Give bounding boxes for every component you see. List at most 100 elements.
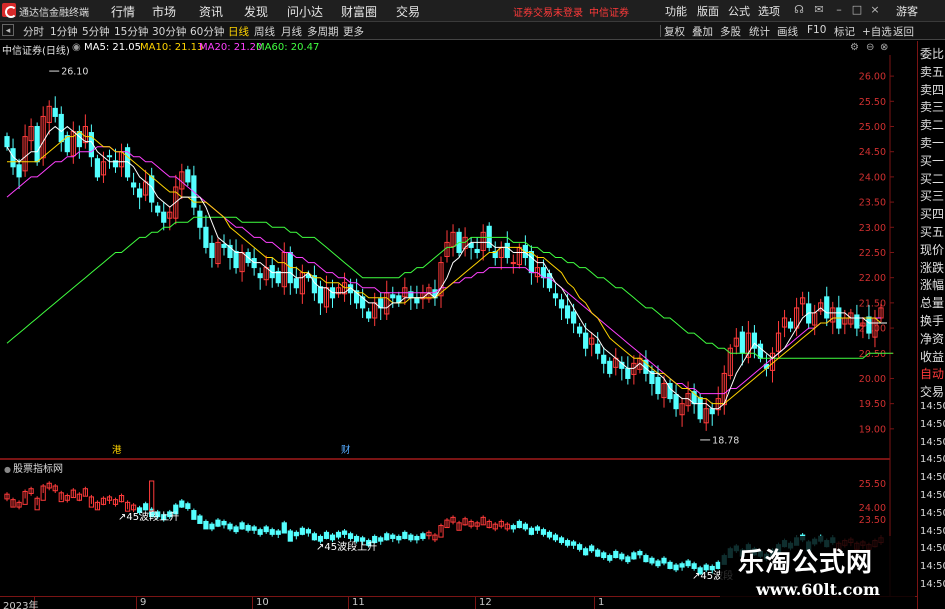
menu-ask-xiaoda[interactable]: 问小达 [287,3,323,20]
watermark-url: www.60lt.com [756,580,880,599]
menu-discover[interactable]: 发现 [244,3,268,20]
trade-login-warning[interactable]: 证券交易未登录 [513,4,583,19]
indicator-bar [143,503,149,511]
menu-trade[interactable]: 交易 [396,3,420,20]
quote-panel-item[interactable]: 14:50 [920,419,945,430]
adjust-button[interactable]: 复权 [664,24,685,39]
quote-panel-item[interactable]: 交易 [920,383,944,400]
quote-panel-item[interactable]: 涨跌 [920,259,944,276]
candle-body [787,321,794,329]
quote-panel-item[interactable]: 换手 [920,312,944,329]
indicator-bar [191,510,197,520]
menu-layout[interactable]: 版面 [697,3,719,19]
indicator-bar [245,525,251,531]
menu-market[interactable]: 市场 [152,3,176,20]
indicator-bar [564,540,571,546]
indicator-bar [263,526,269,533]
quote-panel-item[interactable]: 自动 [920,365,944,382]
broker-name[interactable]: 中信证券 [589,4,629,19]
chart-settings-icon[interactable]: ⚙ [850,42,859,53]
toggle-panel-icon[interactable]: ◂ [2,24,14,36]
candle-body [76,131,82,148]
quote-panel-item[interactable]: 14:50 [920,472,945,483]
statistics-button[interactable]: 统计 [749,24,770,39]
draw-line-button[interactable]: 画线 [777,24,798,39]
candle-body [854,314,860,329]
quote-panel-item[interactable]: 买五 [920,223,944,240]
indicator-bar [679,563,685,568]
overlay-button[interactable]: 叠加 [692,24,713,39]
maximize-icon[interactable]: □ [850,3,864,17]
period-daily[interactable]: 日线 [228,24,249,39]
quote-panel-item[interactable]: 涨幅 [920,276,944,293]
zoom-out-icon[interactable]: ⊖ [866,42,874,53]
quote-panel-item[interactable]: 14:50 [920,401,945,412]
quote-panel-item[interactable]: 买一 [920,152,944,169]
period-1min[interactable]: 1分钟 [50,24,78,39]
minimize-icon[interactable]: – [832,3,846,17]
quote-panel-item[interactable]: 卖二 [920,116,944,133]
back-button[interactable]: 返回 [893,24,914,39]
period-5min[interactable]: 5分钟 [82,24,110,39]
service-icon[interactable]: ☊ [792,3,806,17]
candle-body [58,113,64,143]
quote-panel-item[interactable]: 14:50 [920,508,945,519]
candle-body [528,250,535,274]
quote-panel-item[interactable]: 卖三 [920,98,944,115]
indicator-bar [299,527,305,535]
period-monthly[interactable]: 月线 [281,24,302,39]
legend-toggle-icon[interactable]: ◉ [72,42,81,53]
quote-panel-item[interactable]: 卖五 [920,63,944,80]
quote-panel-item[interactable]: 收益 [920,348,944,365]
period-intraday[interactable]: 分时 [23,24,44,39]
quote-panel-item[interactable]: 14:50 [920,543,945,554]
quote-panel-item[interactable]: 14:50 [920,526,945,537]
period-15min[interactable]: 15分钟 [114,24,148,39]
quote-panel-item[interactable]: 卖四 [920,81,944,98]
price-label: 24.00 [859,172,886,183]
quote-panel-item[interactable]: 总量 [920,294,944,311]
indicator-bar [275,530,281,535]
menu-news[interactable]: 资讯 [199,3,223,20]
menu-functions[interactable]: 功能 [665,3,687,19]
mark-button[interactable]: 标记 [834,24,855,39]
quote-panel-item[interactable]: 买四 [920,205,944,222]
kline-chart[interactable]: 26.00 25.50 25.00 24.50 24.00 23.50 23.00 22.50… [0,55,917,459]
quote-panel-item[interactable]: 14:50 [920,579,945,590]
candle-body [673,394,679,410]
quote-panel-item[interactable]: 14:50 [920,490,945,501]
period-weekly[interactable]: 周线 [254,24,275,39]
period-60min[interactable]: 60分钟 [190,24,224,39]
message-icon[interactable]: ✉ [812,3,826,17]
indicator-bar [378,537,384,542]
quote-panel-item[interactable]: 卖一 [920,134,944,151]
guest-label[interactable]: 游客 [896,3,918,19]
indicator-bar [269,529,275,535]
add-watchlist-button[interactable]: +自选 [862,24,892,39]
quote-panel-item[interactable]: 净资 [920,330,944,347]
menu-formula[interactable]: 公式 [728,3,750,19]
period-30min[interactable]: 30分钟 [152,24,186,39]
price-label: 26.00 [859,72,886,83]
quote-panel-item[interactable]: 买三 [920,187,944,204]
quote-panel-item[interactable]: 14:50 [920,437,945,448]
quote-panel-item[interactable]: 14:50 [920,561,945,572]
menu-market-quotes[interactable]: 行情 [111,3,135,20]
f10-button[interactable]: F10 [807,24,826,36]
period-multi[interactable]: 多周期 [307,24,339,39]
quote-panel-item[interactable]: 14:50 [920,454,945,465]
wave-rise-label: ↗45波段上升 [316,540,377,553]
indicator-bar [528,527,535,535]
quote-panel-item[interactable]: 委比 [920,45,944,62]
period-toolbar: ◂ 分时 1分钟 5分钟 15分钟 30分钟 60分钟 日线 周线 月线 多周期… [0,22,945,40]
menu-wealth-circle[interactable]: 财富圈 [341,3,377,20]
period-more[interactable]: 更多 [343,24,364,39]
date-axis-tick [475,597,476,609]
menu-options[interactable]: 选项 [758,3,780,19]
indicator-bar [257,529,263,535]
close-icon[interactable]: × [868,3,882,17]
chart-close-icon[interactable]: ⊗ [880,42,888,53]
quote-panel-item[interactable]: 现价 [920,241,944,258]
quote-panel-item[interactable]: 买二 [920,170,944,187]
multi-stock-button[interactable]: 多股 [720,24,741,39]
